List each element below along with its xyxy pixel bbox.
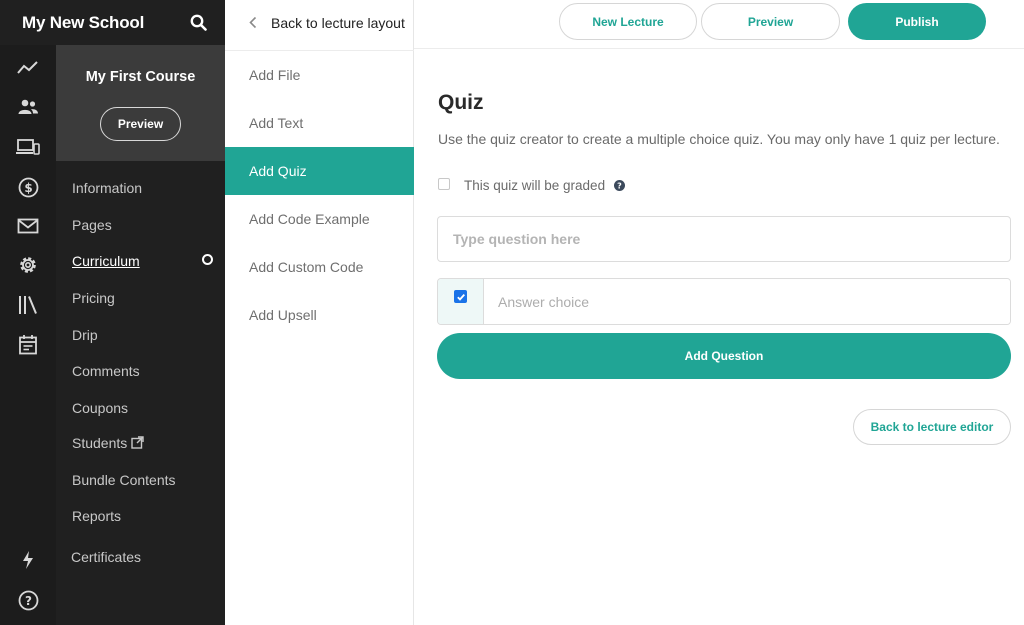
question-input[interactable]	[437, 216, 1011, 262]
quiz-description: Use the quiz creator to create a multipl…	[438, 131, 1000, 147]
block-item-add-text[interactable]: Add Text	[225, 99, 414, 147]
nav-item-pages[interactable]: Pages	[72, 217, 112, 233]
chevron-left-icon	[249, 16, 257, 29]
course-title: My First Course	[85, 69, 196, 85]
nav-item-curriculum[interactable]: Curriculum	[72, 253, 140, 269]
search-icon[interactable]	[190, 14, 207, 31]
question-circle-icon[interactable]: ?	[614, 180, 626, 191]
nav-item-students[interactable]: Students	[72, 435, 144, 451]
lecture-block-panel: Back to lecture layout Add File Add Text…	[225, 0, 414, 625]
graded-checkbox[interactable]	[438, 178, 450, 190]
svg-text:$: $	[24, 181, 32, 195]
quiz-editor: Quiz Use the quiz creator to create a mu…	[414, 49, 1024, 625]
nav-item-coupons[interactable]: Coupons	[72, 400, 128, 416]
block-item-add-custom-code[interactable]: Add Custom Code	[225, 243, 414, 291]
active-indicator-icon	[202, 254, 213, 265]
block-item-add-quiz[interactable]: Add Quiz	[225, 147, 414, 195]
block-item-add-upsell[interactable]: Add Upsell	[225, 291, 414, 339]
block-item-add-file[interactable]: Add File	[225, 51, 414, 99]
nav-item-comments[interactable]: Comments	[72, 363, 140, 379]
back-to-lecture-editor-button[interactable]: Back to lecture editor	[853, 409, 1011, 445]
course-header: My First Course Preview	[56, 45, 225, 161]
users-icon[interactable]	[16, 95, 40, 119]
course-preview-button[interactable]: Preview	[100, 107, 181, 141]
answer-choice-input[interactable]	[484, 279, 1010, 324]
answer-choice-row	[437, 278, 1011, 325]
new-lecture-button[interactable]: New Lecture	[559, 3, 697, 40]
dollar-icon[interactable]: $	[16, 175, 40, 199]
answer-correct-cell	[438, 279, 484, 324]
nav-item-pricing[interactable]: Pricing	[72, 290, 115, 306]
school-header: My New School	[0, 0, 225, 45]
gear-icon[interactable]	[16, 253, 40, 277]
add-question-button[interactable]: Add Question	[437, 333, 1011, 379]
trend-line-icon[interactable]	[16, 56, 40, 80]
svg-text:?: ?	[25, 594, 32, 608]
answer-correct-checkbox[interactable]	[454, 290, 467, 303]
quiz-title: Quiz	[438, 91, 484, 114]
lightning-icon[interactable]	[16, 548, 40, 572]
block-type-list: Add File Add Text Add Quiz Add Code Exam…	[225, 50, 414, 339]
library-icon[interactable]	[16, 293, 40, 317]
sidebar: My New School $ ? My First Course Previe…	[0, 0, 225, 625]
back-to-lecture-layout-link[interactable]: Back to lecture layout	[225, 0, 414, 45]
top-action-bar: New Lecture Preview Publish	[414, 0, 1024, 49]
block-item-add-code-example[interactable]: Add Code Example	[225, 195, 414, 243]
back-to-lecture-layout-label: Back to lecture layout	[271, 14, 405, 31]
nav-item-bundle-contents[interactable]: Bundle Contents	[72, 472, 176, 488]
icon-rail: $ ?	[0, 45, 56, 625]
nav-item-drip[interactable]: Drip	[72, 327, 98, 343]
external-link-icon	[131, 436, 144, 449]
nav-item-students-label: Students	[72, 435, 128, 451]
nav-item-certificates[interactable]: Certificates	[71, 549, 141, 565]
help-circle-icon[interactable]: ?	[16, 588, 40, 612]
publish-button[interactable]: Publish	[848, 3, 986, 40]
graded-label: This quiz will be graded	[464, 178, 606, 193]
preview-button[interactable]: Preview	[701, 3, 840, 40]
calendar-icon[interactable]	[16, 332, 40, 356]
svg-text:?: ?	[617, 182, 622, 191]
nav-item-information[interactable]: Information	[72, 180, 142, 196]
nav-item-reports[interactable]: Reports	[72, 508, 121, 524]
school-name[interactable]: My New School	[22, 13, 144, 33]
devices-icon[interactable]	[16, 135, 40, 159]
checkmark-icon	[456, 293, 465, 301]
graded-option: This quiz will be graded ?	[438, 175, 626, 193]
mail-icon[interactable]	[16, 214, 40, 238]
